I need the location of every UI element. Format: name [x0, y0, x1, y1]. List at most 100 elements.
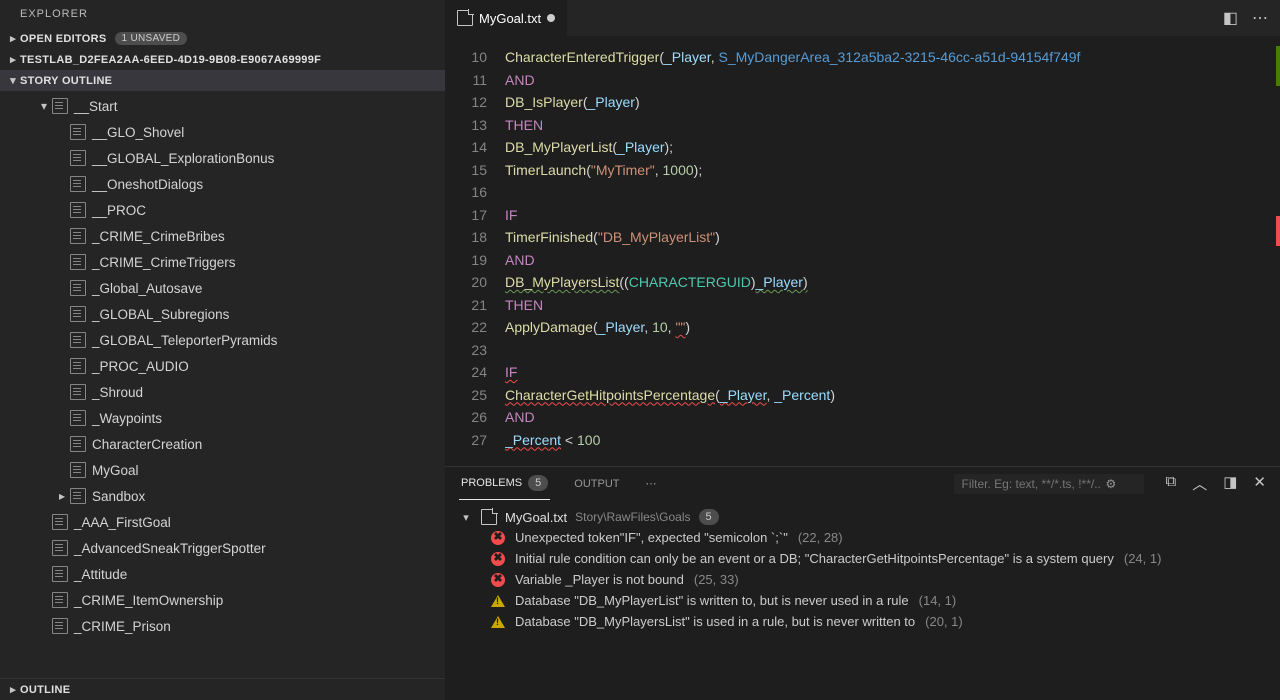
- tree-item[interactable]: _AdvancedSneakTriggerSpotter: [0, 535, 445, 561]
- tab-more[interactable]: ⋯: [644, 467, 659, 500]
- goal-file-icon: [70, 410, 86, 426]
- overview-ruler: [1266, 36, 1280, 466]
- chevron-down-icon: ▾: [36, 99, 52, 113]
- tree-item[interactable]: _CRIME_Prison: [0, 613, 445, 639]
- editor-content[interactable]: CharacterEnteredTrigger(_Player, S_MyDan…: [505, 36, 1280, 466]
- tab-output[interactable]: OUTPUT: [572, 467, 621, 500]
- bottom-panel: PROBLEMS 5 OUTPUT ⋯ ⚙ ⧉ ︿ ◨ ✕ ▾: [445, 466, 1280, 700]
- goal-file-icon: [70, 124, 86, 140]
- tree-item[interactable]: _Waypoints: [0, 405, 445, 431]
- story-outline-section[interactable]: ▾ STORY OUTLINE: [0, 70, 445, 91]
- tab-bar: MyGoal.txt ◧ ⋯: [445, 0, 1280, 36]
- problem-message: Database "DB_MyPlayerList" is written to…: [515, 593, 909, 608]
- goal-file-icon: [70, 176, 86, 192]
- tree-item[interactable]: __OneshotDialogs: [0, 171, 445, 197]
- problem-item[interactable]: Database "DB_MyPlayerList" is written to…: [445, 590, 1280, 611]
- tree-item[interactable]: _Global_Autosave: [0, 275, 445, 301]
- tree-item-label: MyGoal: [92, 463, 139, 478]
- tree-item[interactable]: MyGoal: [0, 457, 445, 483]
- unsaved-badge: 1 UNSAVED: [115, 32, 188, 45]
- error-icon: ✖: [491, 552, 505, 566]
- project-section[interactable]: ▸ TESTLAB_D2FEA2AA-6EED-4D19-9B08-E9067A…: [0, 49, 445, 70]
- problem-location: (14, 1): [919, 593, 957, 608]
- tree-item-label: _AdvancedSneakTriggerSpotter: [74, 541, 266, 556]
- tree-item-label: _GLOBAL_Subregions: [92, 307, 229, 322]
- problems-filter[interactable]: ⚙: [954, 474, 1144, 494]
- goal-file-icon: [70, 384, 86, 400]
- error-icon: ✖: [491, 531, 505, 545]
- problems-label: PROBLEMS: [461, 477, 522, 489]
- open-editors-label: OPEN EDITORS: [20, 33, 107, 45]
- explorer-title: EXPLORER: [0, 0, 445, 28]
- tab-problems[interactable]: PROBLEMS 5: [459, 467, 550, 500]
- problem-message: Database "DB_MyPlayersList" is used in a…: [515, 614, 915, 629]
- explorer-sidebar: EXPLORER ▸ OPEN EDITORS 1 UNSAVED ▸ TEST…: [0, 0, 445, 700]
- problems-count: 5: [528, 475, 548, 491]
- collapse-all-icon[interactable]: ⧉: [1166, 473, 1177, 494]
- goal-file-icon: [52, 540, 68, 556]
- chevron-up-icon[interactable]: ︿: [1192, 473, 1207, 494]
- problem-message: Unexpected token"IF", expected "semicolo…: [515, 530, 788, 545]
- outline-label: OUTLINE: [20, 684, 70, 696]
- tree-item[interactable]: __PROC: [0, 197, 445, 223]
- open-editors-section[interactable]: ▸ OPEN EDITORS 1 UNSAVED: [0, 28, 445, 49]
- chevron-right-icon: ▸: [54, 489, 70, 503]
- chevron-down-icon: ▾: [459, 511, 473, 524]
- goal-file-icon: [52, 618, 68, 634]
- panel-tabs: PROBLEMS 5 OUTPUT ⋯ ⚙ ⧉ ︿ ◨ ✕: [445, 467, 1280, 501]
- tree-item[interactable]: _CRIME_CrimeBribes: [0, 223, 445, 249]
- problem-location: (25, 33): [694, 572, 739, 587]
- tree-item-label: _CRIME_ItemOwnership: [74, 593, 223, 608]
- tree-item[interactable]: ▸Sandbox: [0, 483, 445, 509]
- chevron-right-icon: ▸: [6, 32, 20, 45]
- tree-item[interactable]: _Attitude: [0, 561, 445, 587]
- tree-item-label: CharacterCreation: [92, 437, 202, 452]
- warning-icon: [491, 616, 505, 628]
- problem-item[interactable]: ✖ Variable _Player is not bound (25, 33): [445, 569, 1280, 590]
- problem-message: Variable _Player is not bound: [515, 572, 684, 587]
- error-icon: ✖: [491, 573, 505, 587]
- goal-file-icon: [70, 436, 86, 452]
- outline-section[interactable]: ▸ OUTLINE: [0, 678, 445, 700]
- tree-item-label: _CRIME_CrimeBribes: [92, 229, 225, 244]
- tree-item[interactable]: _CRIME_ItemOwnership: [0, 587, 445, 613]
- tab-filename: MyGoal.txt: [479, 11, 541, 26]
- tree-item[interactable]: _Shroud: [0, 379, 445, 405]
- tree-item-label: _CRIME_CrimeTriggers: [92, 255, 236, 270]
- code-editor[interactable]: 101112131415161718192021222324252627 Cha…: [445, 36, 1280, 466]
- split-editor-icon[interactable]: ◧: [1223, 8, 1238, 28]
- tree-item[interactable]: _AAA_FirstGoal: [0, 509, 445, 535]
- goal-file-icon: [70, 358, 86, 374]
- tree-item[interactable]: _GLOBAL_TeleporterPyramids: [0, 327, 445, 353]
- goal-file-icon: [70, 306, 86, 322]
- tree-item[interactable]: __GLOBAL_ExplorationBonus: [0, 145, 445, 171]
- tree-item[interactable]: __GLO_Shovel: [0, 119, 445, 145]
- editor-gutter: 101112131415161718192021222324252627: [445, 36, 505, 466]
- problem-location: (22, 28): [798, 530, 843, 545]
- tree-item[interactable]: _CRIME_CrimeTriggers: [0, 249, 445, 275]
- problem-item[interactable]: ✖ Unexpected token"IF", expected "semicol…: [445, 527, 1280, 548]
- close-panel-icon[interactable]: ✕: [1253, 473, 1266, 494]
- tree-item[interactable]: CharacterCreation: [0, 431, 445, 457]
- tab-mygoal[interactable]: MyGoal.txt: [445, 0, 567, 36]
- goal-file-icon: [52, 514, 68, 530]
- chevron-right-icon: ▸: [6, 683, 20, 696]
- toggle-layout-icon[interactable]: ◨: [1223, 473, 1237, 494]
- goal-file-icon: [52, 592, 68, 608]
- tree-item[interactable]: ▾__Start: [0, 93, 445, 119]
- tree-item-label: _Global_Autosave: [92, 281, 202, 296]
- problem-item[interactable]: ✖Initial rule condition can only be an e…: [445, 548, 1280, 569]
- tree-item-label: __PROC: [92, 203, 146, 218]
- more-actions-icon[interactable]: ⋯: [1252, 8, 1268, 28]
- tree-item[interactable]: _GLOBAL_Subregions: [0, 301, 445, 327]
- problems-file-header[interactable]: ▾ MyGoal.txt Story\RawFiles\Goals 5: [445, 507, 1280, 527]
- filter-input[interactable]: [962, 477, 1102, 491]
- tree-item[interactable]: _PROC_AUDIO: [0, 353, 445, 379]
- file-icon: [457, 10, 473, 26]
- problem-item[interactable]: Database "DB_MyPlayersList" is used in a…: [445, 611, 1280, 632]
- gear-icon[interactable]: ⚙: [1106, 477, 1117, 491]
- goal-file-icon: [70, 150, 86, 166]
- goal-file-icon: [52, 98, 68, 114]
- tree-item-label: _Waypoints: [92, 411, 162, 426]
- tree-item-label: _Attitude: [74, 567, 127, 582]
